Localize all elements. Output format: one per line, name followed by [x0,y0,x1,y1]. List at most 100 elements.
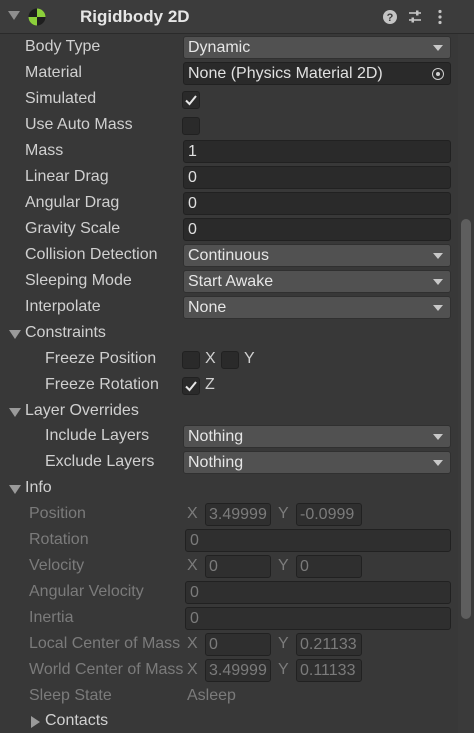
freeze-position-x-checkbox[interactable] [182,351,200,369]
mass-label: Mass [25,142,64,159]
linear-drag-field[interactable]: 0 [183,166,451,189]
local-com-y-field: 0.21133 [296,633,362,656]
exclude-layers-value: Nothing [188,454,244,471]
angular-drag-field[interactable]: 0 [183,192,451,215]
collision-detection-value: Continuous [188,247,269,264]
velocity-y-label: Y [278,557,289,574]
dropdown-caret-icon [433,460,443,466]
gravity-scale-label: Gravity Scale [25,220,121,237]
interpolate-dropdown[interactable]: None [183,296,451,319]
angular-drag-label: Angular Drag [25,194,120,211]
gravity-scale-field[interactable]: 0 [183,218,451,241]
info-label: Info [25,479,52,496]
material-row: Material None (Physics Material 2D) [0,61,458,87]
sleep-state-value: Asleep [187,687,236,704]
dropdown-caret-icon [433,305,443,311]
foldout-expanded-icon[interactable] [9,330,21,339]
angular-velocity-label: Angular Velocity [29,583,144,600]
freeze-rotation-label: Freeze Rotation [45,376,159,393]
freeze-rotation-z-label: Z [205,376,215,393]
interpolate-value: None [188,299,227,316]
collision-detection-label: Collision Detection [25,246,158,263]
collision-detection-dropdown[interactable]: Continuous [183,244,451,267]
inspector-scrollbar[interactable] [458,34,474,733]
component-title: Rigidbody 2D [80,7,190,26]
include-layers-row: Include Layers Nothing [0,424,458,450]
contacts-label: Contacts [45,712,109,729]
angular-velocity-field: 0 [185,581,451,604]
info-velocity-row: Velocity X 0 Y 0 [0,554,458,580]
local-com-x-label: X [187,635,198,652]
scrollbar-thumb[interactable] [461,219,471,619]
sleeping-mode-value: Start Awake [188,273,274,290]
simulated-row: Simulated [0,87,458,113]
position-y-label: Y [278,505,289,522]
local-center-of-mass-label: Local Center of Mass [29,635,181,652]
info-world-center-of-mass-row: World Center of Mass X 3.49999 Y 0.11133 [0,658,458,684]
dropdown-caret-icon [433,253,443,259]
body-type-value: Dynamic [188,39,251,56]
presets-icon[interactable] [406,8,424,26]
world-com-x-field: 3.49999 [205,659,271,682]
exclude-layers-dropdown[interactable]: Nothing [183,451,451,474]
mass-field[interactable]: 1 [183,140,451,163]
interpolate-row: Interpolate None [0,295,458,321]
world-center-of-mass-label: World Center of Mass [29,661,184,678]
interpolate-label: Interpolate [25,298,101,315]
simulated-label: Simulated [25,90,97,107]
position-x-field: 3.49999 [205,503,271,526]
freeze-position-x-label: X [205,350,216,367]
mass-row: Mass 1 [0,139,458,165]
linear-drag-label: Linear Drag [25,168,109,185]
foldout-expanded-icon[interactable] [9,408,21,417]
include-layers-label: Include Layers [45,427,150,444]
local-com-y-label: Y [278,635,289,652]
dropdown-caret-icon [433,434,443,440]
info-angular-velocity-row: Angular Velocity 0 [0,580,458,606]
velocity-label: Velocity [29,557,85,574]
inertia-label: Inertia [29,609,74,626]
linear-drag-row: Linear Drag 0 [0,165,458,191]
angular-drag-row: Angular Drag 0 [0,191,458,217]
body-type-dropdown[interactable]: Dynamic [183,36,451,59]
simulated-checkbox[interactable] [182,91,200,109]
include-layers-dropdown[interactable]: Nothing [183,425,451,448]
sleeping-mode-label: Sleeping Mode [25,272,132,289]
object-picker-icon[interactable] [432,68,444,80]
material-value: None (Physics Material 2D) [188,65,383,82]
velocity-y-field: 0 [296,555,362,578]
include-layers-value: Nothing [188,428,244,445]
info-foldout[interactable]: Info [0,476,458,502]
body-type-row: Body Type Dynamic [0,35,458,61]
constraints-foldout[interactable]: Constraints [0,321,458,347]
velocity-x-label: X [187,557,198,574]
rotation-label: Rotation [29,531,89,548]
material-object-field[interactable]: None (Physics Material 2D) [183,62,451,85]
freeze-position-row: Freeze Position X Y [0,347,458,373]
layer-overrides-foldout[interactable]: Layer Overrides [0,399,458,425]
component-header[interactable]: Rigidbody 2D ? [0,0,474,34]
rotation-field: 0 [185,529,451,552]
sleeping-mode-dropdown[interactable]: Start Awake [183,270,451,293]
freeze-rotation-z-checkbox[interactable] [182,377,200,395]
dropdown-caret-icon [433,45,443,51]
foldout-collapsed-icon[interactable] [31,716,40,728]
freeze-position-y-checkbox[interactable] [221,351,239,369]
layer-overrides-label: Layer Overrides [25,402,139,419]
world-com-y-field: 0.11133 [296,659,362,682]
help-icon[interactable]: ? [381,8,399,26]
more-icon[interactable] [431,8,449,26]
checkmark-icon [185,95,197,106]
info-position-row: Position X 3.49999 Y -0.0999 [0,502,458,528]
info-local-center-of-mass-row: Local Center of Mass X 0 Y 0.21133 [0,632,458,658]
foldout-expanded-icon[interactable] [9,485,21,494]
collapse-arrow-icon[interactable] [8,11,20,20]
local-com-x-field: 0 [205,633,271,656]
world-com-y-label: Y [278,661,289,678]
info-sleep-state-row: Sleep State Asleep [0,684,458,710]
use-auto-mass-checkbox[interactable] [182,117,200,135]
info-rotation-row: Rotation 0 [0,528,458,554]
contacts-foldout[interactable]: Contacts [0,709,458,733]
dropdown-caret-icon [433,279,443,285]
use-auto-mass-row: Use Auto Mass [0,113,458,139]
